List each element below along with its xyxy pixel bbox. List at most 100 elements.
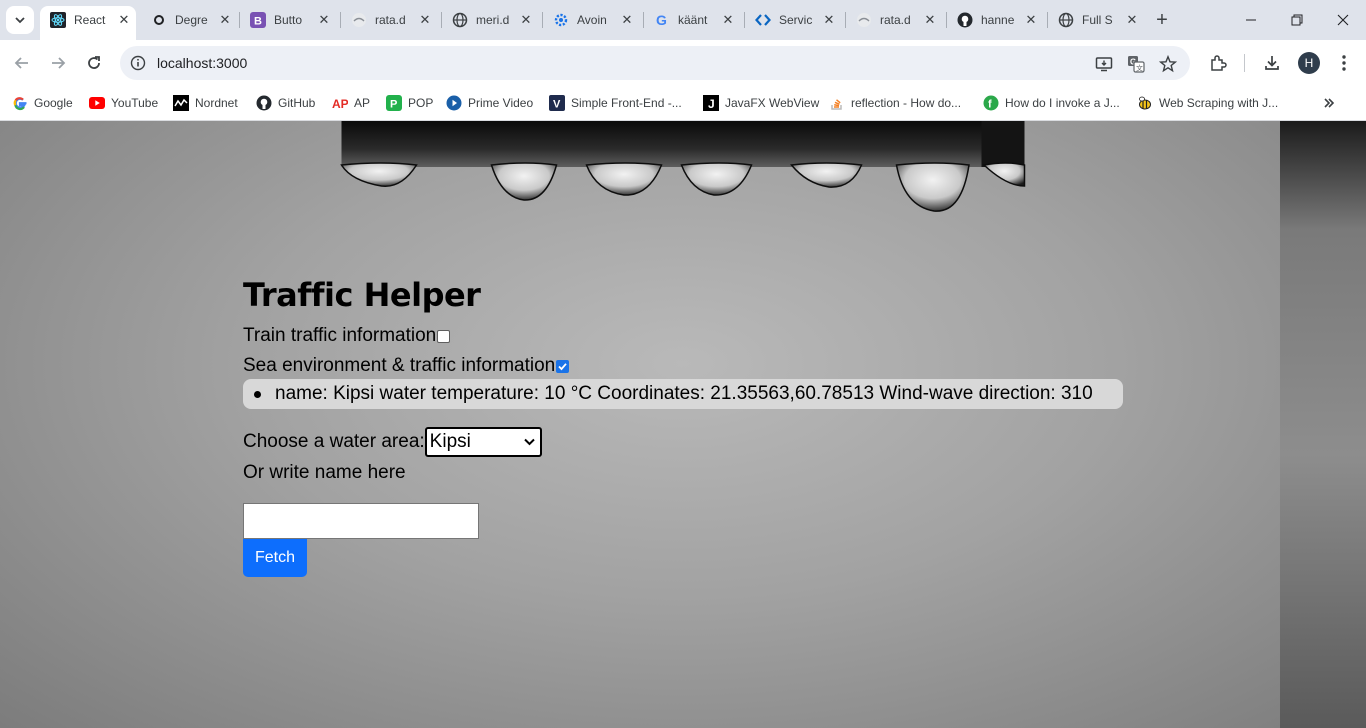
menu-icon[interactable]	[1333, 52, 1355, 74]
train-traffic-label: Train traffic information	[243, 325, 437, 346]
tab-title: Full S	[1082, 13, 1113, 27]
minimize-button[interactable]	[1228, 6, 1274, 34]
bookmarks-bar: Google YouTube Nordnet GitHub AP AP P PO…	[0, 86, 1366, 121]
sea-info-item: name: Kipsi water temperature: 10 °C Coo…	[275, 383, 1093, 404]
tab-buttons[interactable]: B Butto ✕	[240, 6, 340, 34]
tab-react[interactable]: React ✕	[40, 6, 136, 40]
browser-toolbar: localhost:3000 G文 H	[0, 40, 1366, 86]
restore-icon	[1291, 14, 1303, 26]
site-icon	[351, 12, 367, 28]
sea-traffic-checkbox[interactable]	[556, 359, 570, 373]
bookmark-pop[interactable]: P POP	[386, 93, 433, 113]
close-icon[interactable]: ✕	[417, 12, 433, 28]
tab-full-stack[interactable]: Full S ✕	[1048, 6, 1148, 34]
tab-search-button[interactable]	[6, 6, 34, 34]
bookmark-ap[interactable]: AP AP	[332, 93, 370, 113]
sea-traffic-row: Sea environment & traffic information	[243, 352, 570, 380]
train-traffic-row: Train traffic information	[243, 322, 451, 350]
tab-rata-2[interactable]: rata.d ✕	[846, 6, 946, 34]
window-close-button[interactable]	[1320, 6, 1366, 34]
bookmark-github[interactable]: GitHub	[256, 93, 315, 113]
tab-kaant[interactable]: G käänt ✕	[644, 6, 744, 34]
star-icon[interactable]	[1158, 54, 1178, 74]
close-icon[interactable]: ✕	[1124, 12, 1140, 28]
water-area-select[interactable]: Kipsi	[424, 427, 542, 457]
bookmark-label: Web Scraping with J...	[1159, 96, 1279, 110]
close-icon[interactable]: ✕	[217, 12, 233, 28]
react-icon	[50, 12, 66, 28]
bookmark-label: Google	[34, 96, 73, 110]
j-icon: J	[703, 95, 719, 111]
tab-title: Butto	[274, 13, 303, 27]
close-icon[interactable]: ✕	[116, 12, 132, 28]
tab-rata-1[interactable]: rata.d ✕	[341, 6, 441, 34]
close-icon[interactable]: ✕	[720, 12, 736, 28]
close-icon[interactable]: ✕	[619, 12, 635, 28]
restore-button[interactable]	[1274, 6, 1320, 34]
tab-strip: React ✕ Degre ✕ B Butto ✕ rata.d ✕ meri.…	[0, 0, 1366, 40]
tab-github[interactable]: hanne ✕	[947, 6, 1047, 34]
close-icon[interactable]: ✕	[922, 12, 938, 28]
background-water-drops-image	[340, 121, 1026, 212]
bookmark-label: JavaFX WebView	[725, 96, 820, 110]
fetch-button[interactable]: Fetch	[243, 539, 307, 577]
url-text: localhost:3000	[157, 55, 248, 71]
bookmark-simple-front-end[interactable]: V Simple Front-End -...	[549, 93, 682, 113]
bookmark-label: Nordnet	[195, 96, 238, 110]
chevron-down-icon	[15, 17, 25, 24]
write-name-row: Or write name here	[243, 459, 406, 487]
train-traffic-checkbox[interactable]	[437, 329, 451, 343]
more-bookmarks-button[interactable]	[1318, 93, 1340, 113]
bookmark-youtube[interactable]: YouTube	[89, 93, 158, 113]
tab-avoin[interactable]: Avoin ✕	[543, 6, 643, 34]
tab-service[interactable]: Servic ✕	[745, 6, 845, 34]
tab-title: hanne	[981, 13, 1015, 27]
svg-text:P: P	[390, 99, 397, 111]
stackoverflow-icon	[829, 95, 845, 111]
bookmark-how-do-i-invoke[interactable]: f How do I invoke a J...	[983, 93, 1120, 113]
close-icon[interactable]: ✕	[1023, 12, 1039, 28]
extensions-icon[interactable]	[1207, 52, 1229, 74]
nordnet-icon	[173, 95, 189, 111]
site-icon	[856, 12, 872, 28]
close-icon[interactable]: ✕	[518, 12, 534, 28]
profile-avatar[interactable]: H	[1298, 52, 1320, 74]
close-icon[interactable]: ✕	[821, 12, 837, 28]
address-bar[interactable]: localhost:3000 G文	[120, 46, 1190, 80]
tab-degre[interactable]: Degre ✕	[141, 6, 237, 34]
tab-title: Servic	[779, 13, 813, 27]
tab-title: rata.d	[880, 13, 911, 27]
svg-text:文: 文	[1136, 64, 1143, 73]
bookmark-web-scraping[interactable]: Web Scraping with J...	[1137, 93, 1278, 113]
github-icon	[957, 12, 973, 28]
bookmark-prime-video[interactable]: Prime Video	[446, 93, 533, 113]
new-tab-button[interactable]: +	[1150, 8, 1174, 32]
svg-text:AP: AP	[332, 97, 348, 111]
bookmark-label: GitHub	[278, 96, 316, 110]
back-button[interactable]	[8, 49, 36, 77]
translate-icon[interactable]: G文	[1126, 54, 1146, 74]
bookmark-label: How do I invoke a J...	[1005, 96, 1120, 110]
reload-button[interactable]	[80, 49, 108, 77]
close-icon[interactable]: ✕	[316, 12, 332, 28]
code-icon	[755, 12, 771, 28]
bookmark-label: Simple Front-End -...	[571, 96, 682, 110]
download-icon[interactable]	[1261, 52, 1283, 74]
info-icon[interactable]	[130, 55, 146, 71]
bookmark-reflection[interactable]: reflection - How do...	[829, 93, 961, 113]
install-app-icon[interactable]	[1094, 54, 1114, 74]
tab-meri[interactable]: meri.d ✕	[442, 6, 542, 34]
bookmark-nordnet[interactable]: Nordnet	[173, 93, 238, 113]
arrow-left-icon	[14, 57, 28, 69]
prime-icon	[446, 95, 462, 111]
svg-text:f: f	[988, 99, 992, 111]
forward-button[interactable]	[44, 49, 72, 77]
v-icon: V	[549, 95, 565, 111]
write-name-label: Or write name here	[243, 462, 406, 483]
ap-icon: AP	[332, 95, 348, 111]
bookmark-google[interactable]: Google	[12, 93, 73, 113]
bookmark-javafx-webview[interactable]: J JavaFX WebView	[703, 93, 819, 113]
tab-title: React	[74, 13, 106, 27]
page-viewport: Traffic Helper Train traffic information…	[0, 121, 1366, 728]
water-area-name-input[interactable]	[243, 503, 479, 539]
